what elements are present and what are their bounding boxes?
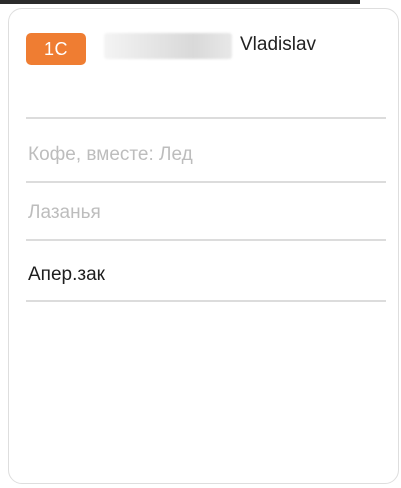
order-item-lasagna[interactable]: Лазанья (28, 201, 383, 225)
top-edge-line (0, 0, 360, 4)
order-item-coffee[interactable]: Кофе, вместе: Лед (28, 143, 383, 167)
redacted-text-block (104, 33, 232, 59)
order-number-badge: 1С (26, 33, 86, 65)
order-card[interactable] (8, 8, 399, 484)
order-item-aper[interactable]: Апер.зак (28, 263, 383, 287)
item-divider (26, 239, 386, 241)
header-divider (26, 117, 386, 119)
item-divider (26, 181, 386, 183)
item-divider (26, 300, 386, 302)
customer-name: Vladislav (240, 34, 317, 55)
order-header: 1С Vladislav (26, 33, 346, 73)
